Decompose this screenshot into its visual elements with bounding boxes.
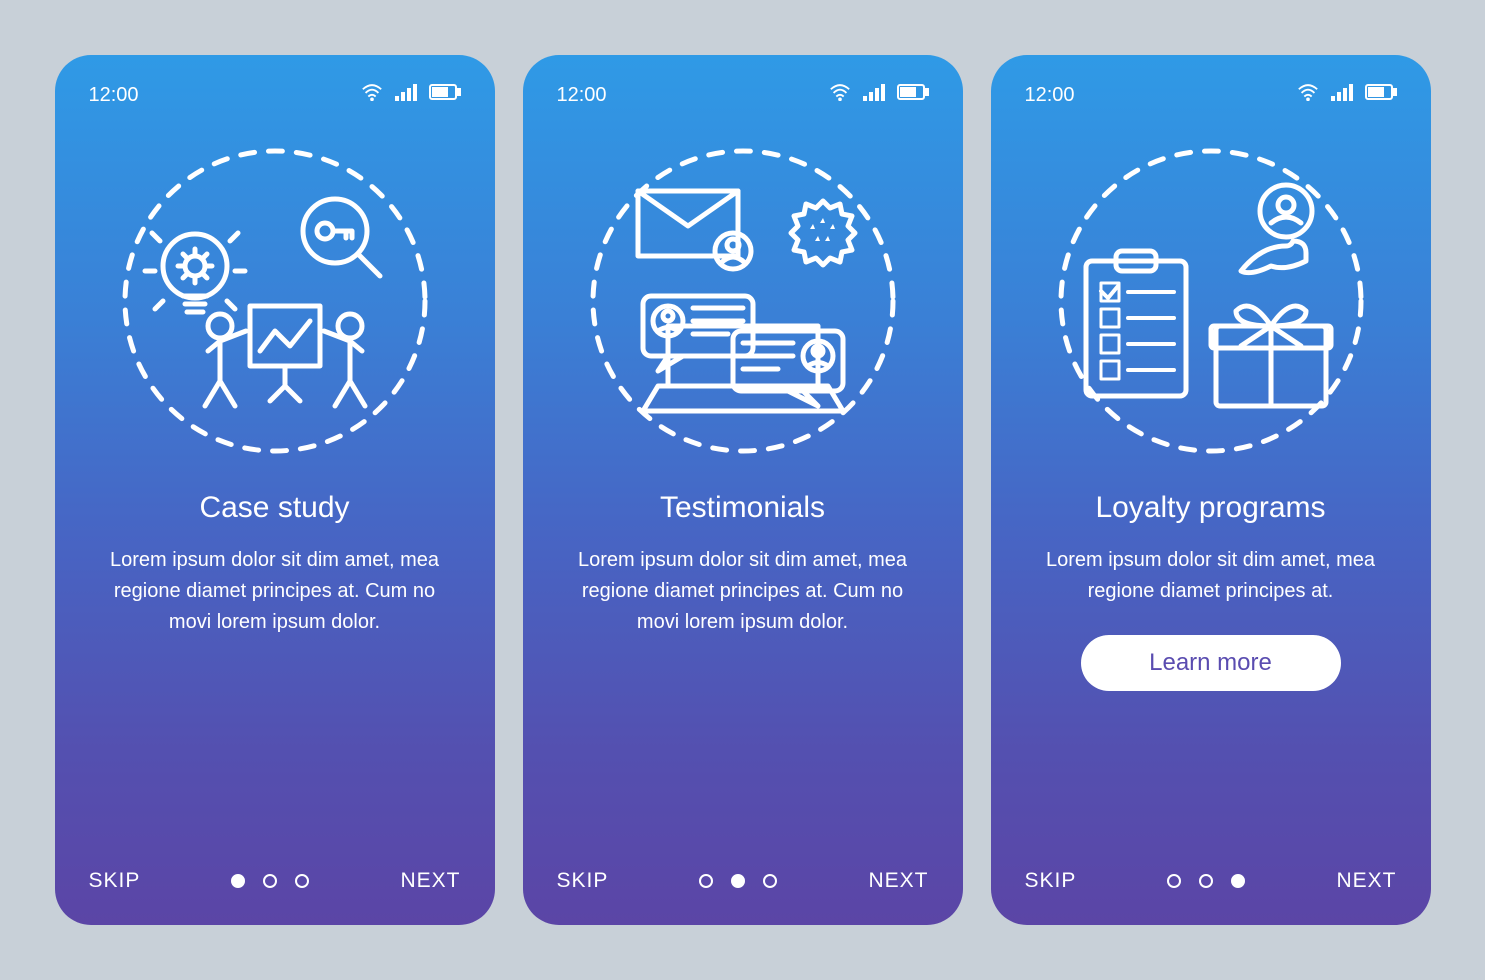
status-time: 12:00 <box>1025 84 1075 107</box>
status-icons <box>829 83 929 107</box>
battery-icon <box>1365 83 1397 107</box>
next-button[interactable]: NEXT <box>400 869 460 893</box>
onboarding-screen-testimonials: 12:00 <box>523 55 963 925</box>
next-button[interactable]: NEXT <box>1336 869 1396 893</box>
onboarding-screen-case-study: 12:00 <box>55 55 495 925</box>
skip-button[interactable]: SKIP <box>1025 869 1077 893</box>
page-dot[interactable] <box>295 874 309 888</box>
status-bar: 12:00 <box>1025 83 1397 107</box>
page-dot[interactable] <box>1199 874 1213 888</box>
nav-bar: SKIP NEXT <box>1025 869 1397 893</box>
learn-more-button[interactable]: Learn more <box>1081 635 1341 691</box>
nav-bar: SKIP NEXT <box>557 869 929 893</box>
status-icons <box>1297 83 1397 107</box>
skip-button[interactable]: SKIP <box>557 869 609 893</box>
page-dot[interactable] <box>763 874 777 888</box>
signal-icon <box>1331 83 1353 107</box>
wifi-icon <box>829 83 851 107</box>
loyalty-illustration <box>1025 121 1397 481</box>
screen-body: Lorem ipsum dolor sit dim amet, mea regi… <box>89 545 461 638</box>
page-indicator <box>231 874 309 888</box>
nav-bar: SKIP NEXT <box>89 869 461 893</box>
screen-body: Lorem ipsum dolor sit dim amet, mea regi… <box>557 545 929 638</box>
screen-title: Testimonials <box>557 491 929 525</box>
status-time: 12:00 <box>557 84 607 107</box>
next-button[interactable]: NEXT <box>868 869 928 893</box>
signal-icon <box>395 83 417 107</box>
status-icons <box>361 83 461 107</box>
screen-title: Case study <box>89 491 461 525</box>
battery-icon <box>429 83 461 107</box>
page-indicator <box>699 874 777 888</box>
skip-button[interactable]: SKIP <box>89 869 141 893</box>
onboarding-screen-loyalty: 12:00 <box>991 55 1431 925</box>
case-study-illustration <box>89 121 461 481</box>
page-dot[interactable] <box>231 874 245 888</box>
screen-body: Lorem ipsum dolor sit dim amet, mea regi… <box>1025 545 1397 607</box>
status-time: 12:00 <box>89 84 139 107</box>
page-indicator <box>1167 874 1245 888</box>
screen-title: Loyalty programs <box>1025 491 1397 525</box>
page-dot[interactable] <box>699 874 713 888</box>
battery-icon <box>897 83 929 107</box>
page-dot[interactable] <box>263 874 277 888</box>
status-bar: 12:00 <box>557 83 929 107</box>
testimonials-illustration <box>557 121 929 481</box>
wifi-icon <box>361 83 383 107</box>
page-dot[interactable] <box>1167 874 1181 888</box>
signal-icon <box>863 83 885 107</box>
page-dot[interactable] <box>1231 874 1245 888</box>
page-dot[interactable] <box>731 874 745 888</box>
wifi-icon <box>1297 83 1319 107</box>
status-bar: 12:00 <box>89 83 461 107</box>
